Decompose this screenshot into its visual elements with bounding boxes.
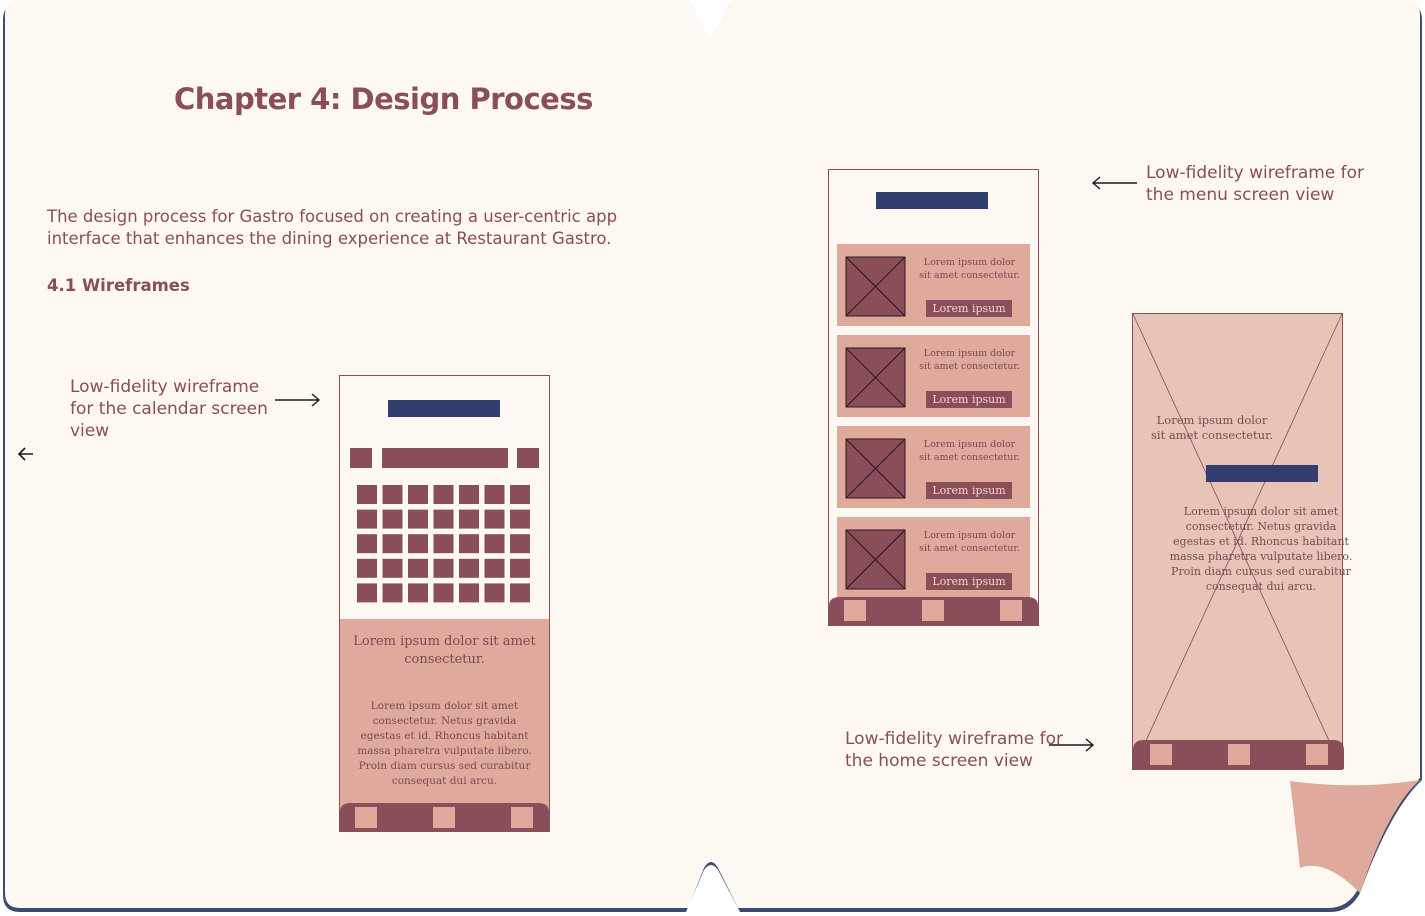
calendar-day-cell — [459, 534, 479, 554]
calendar-header-bar — [388, 400, 500, 417]
calendar-day-cell — [408, 485, 428, 504]
calendar-day-cell — [382, 558, 403, 578]
calendar-day-cell — [433, 485, 454, 504]
calendar-day-cell — [382, 509, 403, 529]
menu-item-text: Lorem ipsum dolor sit amet consectetur. — [919, 439, 1020, 463]
calendar-day-cell — [510, 534, 530, 554]
intro-paragraph: The design process for Gastro focused on… — [47, 207, 618, 248]
next-month-button — [517, 448, 539, 468]
image-placeholder-icon — [845, 347, 906, 408]
home-heading: Lorem ipsum dolor sit amet consectetur. — [1151, 413, 1273, 442]
calendar-day-cell — [510, 583, 530, 603]
calendar-day-cell — [382, 485, 403, 504]
calendar-day-cell — [484, 583, 505, 603]
calendar-day-cell — [484, 485, 505, 504]
arrow-left-icon — [1091, 176, 1137, 190]
arrow-right-icon — [275, 393, 321, 407]
home-wireframe: Lorem ipsum dolor sit amet consectetur. … — [1132, 313, 1352, 770]
calendar-day-cell — [459, 509, 479, 529]
calendar-day-cell — [408, 534, 428, 554]
calendar-wireframe: Lorem ipsum dolor sit amet consectetur. … — [339, 375, 550, 832]
tab-bar-icon — [1150, 744, 1172, 765]
calendar-day-cell — [484, 534, 505, 554]
menu-item-text: Lorem ipsum dolor sit amet consectetur. — [919, 257, 1020, 281]
menu-caption: Low-fidelity wireframe for the menu scre… — [1146, 163, 1365, 205]
tab-bar-icon — [922, 600, 944, 621]
calendar-day-cell — [433, 534, 454, 554]
calendar-day-cell — [433, 558, 454, 578]
calendar-day-cell — [357, 534, 377, 554]
calendar-day-cell — [357, 485, 377, 504]
tab-bar-icon — [355, 807, 377, 828]
arrow-left-icon[interactable] — [14, 442, 38, 466]
home-caption: Low-fidelity wireframe for the home scre… — [845, 729, 1064, 771]
tab-bar-icon — [1000, 600, 1022, 621]
menu-header-bar — [876, 192, 988, 209]
calendar-day-cell — [357, 509, 377, 529]
image-placeholder-icon — [845, 438, 906, 499]
tab-bar-icon — [433, 807, 455, 828]
tab-bar-icon — [1306, 744, 1328, 765]
calendar-day-cell — [510, 509, 530, 529]
tab-bar-icon — [511, 807, 533, 828]
calendar-day-cell — [357, 558, 377, 578]
calendar-grid — [357, 485, 530, 603]
menu-item-button[interactable]: Lorem ipsum — [926, 483, 1012, 498]
tab-bar-icon — [844, 600, 866, 621]
calendar-detail-heading: Lorem ipsum dolor sit amet consectetur. — [353, 634, 536, 667]
month-label-bar — [382, 448, 508, 468]
calendar-day-cell — [459, 558, 479, 578]
calendar-day-cell — [484, 558, 505, 578]
menu-item-text: Lorem ipsum dolor sit amet consectetur. — [919, 530, 1020, 554]
calendar-day-cell — [382, 583, 403, 603]
calendar-day-cell — [510, 485, 530, 504]
calendar-day-cell — [433, 509, 454, 529]
prev-month-button — [350, 448, 372, 468]
image-placeholder-icon — [845, 256, 906, 317]
menu-wireframe: Lorem ipsum dolor sit amet consectetur. L… — [828, 169, 1039, 626]
menu-item-button[interactable]: Lorem ipsum — [926, 574, 1012, 589]
home-cta-bar — [1206, 465, 1318, 482]
menu-item-button[interactable]: Lorem ipsum — [926, 392, 1012, 407]
image-placeholder-icon — [845, 529, 906, 590]
section-heading: 4.1 Wireframes — [47, 276, 190, 295]
calendar-day-cell — [459, 485, 479, 504]
calendar-day-cell — [433, 583, 454, 603]
arrow-right-icon — [1049, 738, 1095, 752]
calendar-day-cell — [408, 509, 428, 529]
menu-item-text: Lorem ipsum dolor sit amet consectetur. — [919, 348, 1020, 372]
calendar-day-cell — [408, 558, 428, 578]
booklet-spread: Chapter 4: Design Process The design pro… — [0, 0, 1425, 916]
calendar-detail-body: Lorem ipsum dolor sit amet consectetur. … — [357, 700, 532, 787]
calendar-day-cell — [382, 534, 403, 554]
calendar-day-cell — [459, 583, 479, 603]
page-title: Chapter 4: Design Process — [174, 82, 593, 116]
menu-item-button[interactable]: Lorem ipsum — [926, 301, 1012, 316]
tab-bar-icon — [1228, 744, 1250, 765]
calendar-day-cell — [510, 558, 530, 578]
calendar-day-cell — [357, 583, 377, 603]
calendar-day-cell — [484, 509, 505, 529]
calendar-caption: Low-fidelity wireframe for the calendar … — [70, 377, 268, 441]
home-body: Lorem ipsum dolor sit amet consectetur. … — [1169, 505, 1353, 593]
calendar-day-cell — [408, 583, 428, 603]
